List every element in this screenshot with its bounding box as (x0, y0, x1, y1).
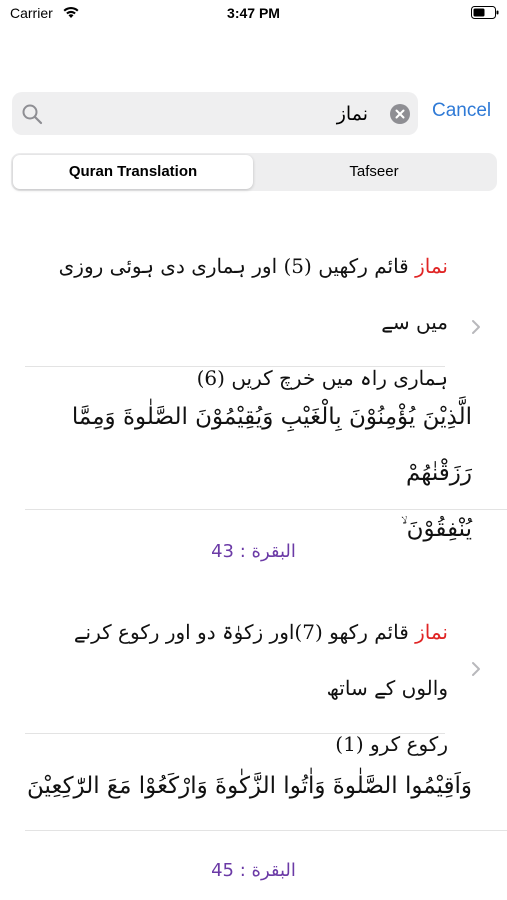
arabic-verse: وَاَقِيْمُوا الصَّلٰوةَ وَاٰتُوا الزَّكٰ… (22, 758, 472, 814)
tab-quran-translation[interactable]: Quran Translation (13, 155, 253, 189)
chevron-right-icon (472, 320, 480, 334)
arabic-line: وَاَقِيْمُوا الصَّلٰوةَ وَاٰتُوا الزَّكٰ… (27, 773, 472, 799)
highlighted-term: نماز (415, 620, 448, 644)
translation-text: نماز قائم رکھو (7)اور زکوٰۃ دو اور رکوع … (40, 604, 448, 772)
verse-reference: البقرة : 45 (211, 860, 296, 881)
status-time: 3:47 PM (227, 5, 280, 21)
divider (25, 733, 445, 734)
divider (25, 509, 507, 510)
tab-tafseer[interactable]: Tafseer (254, 155, 494, 189)
divider (25, 366, 445, 367)
arabic-verse: الَّذِيْنَ يُؤْمِنُوْنَ بِالْغَيْبِ وَيُ… (22, 389, 472, 557)
search-icon (22, 104, 43, 125)
highlighted-term: نماز (415, 254, 448, 278)
search-input[interactable] (52, 92, 368, 135)
search-bar (12, 92, 418, 135)
clear-search-icon[interactable] (390, 104, 410, 124)
translation-line: نماز قائم رکھیں (5) اور ہماری دی ہوئی رو… (58, 254, 448, 334)
arabic-line: الَّذِيْنَ يُؤْمِنُوْنَ بِالْغَيْبِ وَيُ… (71, 404, 472, 486)
status-bar: Carrier 3:47 PM (0, 0, 507, 28)
translation-text: نماز قائم رکھیں (5) اور ہماری دی ہوئی رو… (40, 238, 448, 406)
battery-icon (471, 6, 499, 19)
cancel-button[interactable]: Cancel (432, 100, 491, 122)
chevron-right-icon (472, 662, 480, 676)
verse-reference: البقرة : 43 (211, 541, 296, 562)
divider (25, 830, 507, 831)
segmented-control: Quran Translation Tafseer (11, 153, 497, 191)
translation-line: نماز قائم رکھو (7)اور زکوٰۃ دو اور رکوع … (73, 620, 448, 700)
